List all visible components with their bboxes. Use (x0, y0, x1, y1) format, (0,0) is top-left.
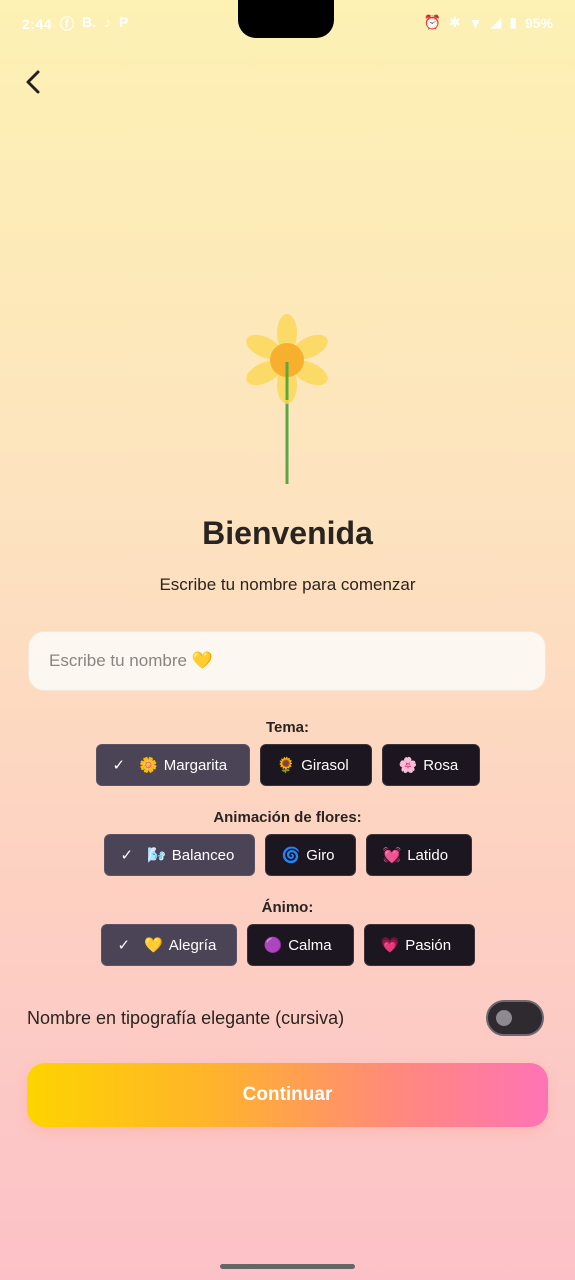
mood-options: ✓ 💛 Alegría 🟣 Calma 💗 Pasión (0, 924, 575, 966)
yellow-heart-icon: 💛 (144, 937, 163, 954)
chip-label: Alegría (168, 936, 217, 954)
blossom-icon: 🌸 (398, 757, 418, 774)
vibrate-icon: ✱ (448, 14, 461, 30)
back-button[interactable] (18, 64, 50, 100)
b-icon: B. (82, 14, 96, 30)
check-icon: ✓ (120, 847, 134, 864)
theme-options: ✓ 🌼 Margarita 🌻 Girasol 🌸 Rosa (0, 744, 575, 786)
sunflower-icon: 🌻 (276, 757, 296, 774)
battery-icon: ▮ (509, 14, 517, 30)
chip-mood-pasion[interactable]: 💗 Pasión (363, 924, 475, 966)
cyclone-icon: 🌀 (281, 847, 301, 864)
continue-button[interactable]: Continuar (27, 1063, 548, 1127)
status-time: 2:44 (22, 16, 53, 32)
chip-label: Girasol (301, 756, 349, 774)
home-indicator[interactable] (220, 1264, 355, 1269)
facebook-icon: ⓕ (60, 16, 74, 32)
beating-heart-icon: 💓 (382, 847, 402, 864)
wifi-icon: ▼ (468, 14, 483, 31)
toggle-knob (496, 1010, 512, 1026)
chip-label: Calma (288, 936, 332, 954)
chip-theme-girasol[interactable]: 🌻 Girasol (259, 744, 372, 786)
tiktok-icon: ♪ (104, 14, 111, 30)
system-icons: ⏰ ✱ ▼ ◢ ▮ 95% (423, 14, 553, 31)
chip-theme-margarita[interactable]: ✓ 🌼 Margarita (95, 744, 250, 786)
chip-mood-alegria[interactable]: ✓ 💛 Alegría (100, 924, 237, 966)
chip-animation-balanceo[interactable]: ✓ 🌬️ Balanceo (103, 834, 255, 876)
animation-label: Animación de flores: (213, 809, 362, 826)
wind-icon: 🌬️ (147, 847, 166, 864)
signal-icon: ◢ (490, 14, 502, 30)
mood-label: Ánimo: (261, 899, 314, 916)
chip-label: Rosa (423, 756, 459, 774)
animation-options: ✓ 🌬️ Balanceo 🌀 Giro 💓 Latido (0, 834, 575, 876)
chevron-left-icon (26, 70, 40, 94)
chip-label: Balanceo (171, 846, 235, 864)
chip-label: Latido (407, 846, 449, 864)
sparkling-heart-icon: 💗 (380, 937, 400, 954)
chip-mood-calma[interactable]: 🟣 Calma (246, 924, 354, 966)
name-input[interactable] (28, 631, 546, 691)
cursive-toggle[interactable] (486, 1000, 544, 1036)
chip-animation-latido[interactable]: 💓 Latido (365, 834, 472, 876)
check-icon: ✓ (112, 757, 126, 774)
cursive-toggle-row: Nombre en tipografía elegante (cursiva) (27, 1000, 544, 1038)
battery-percent: 95% (524, 14, 553, 31)
purple-circle-icon: 🟣 (263, 937, 283, 954)
notification-icons: ⓕ B. ♪ P (60, 14, 128, 34)
page-subtitle: Escribe tu nombre para comenzar (159, 575, 416, 594)
camera-notch (238, 0, 334, 38)
flower-illustration (246, 314, 328, 484)
cursive-toggle-label: Nombre en tipografía elegante (cursiva) (27, 1008, 345, 1028)
chip-label: Pasión (405, 936, 452, 954)
alarm-icon: ⏰ (423, 14, 441, 30)
chip-theme-rosa[interactable]: 🌸 Rosa (381, 744, 480, 786)
chip-label: Margarita (163, 756, 228, 774)
daisy-icon: 🌼 (139, 757, 158, 774)
theme-label: Tema: (265, 719, 310, 736)
check-icon: ✓ (117, 937, 131, 954)
chip-label: Giro (306, 846, 335, 864)
page-title: Bienvenida (202, 515, 373, 551)
p-icon: P (119, 14, 129, 30)
chip-animation-giro[interactable]: 🌀 Giro (264, 834, 356, 876)
